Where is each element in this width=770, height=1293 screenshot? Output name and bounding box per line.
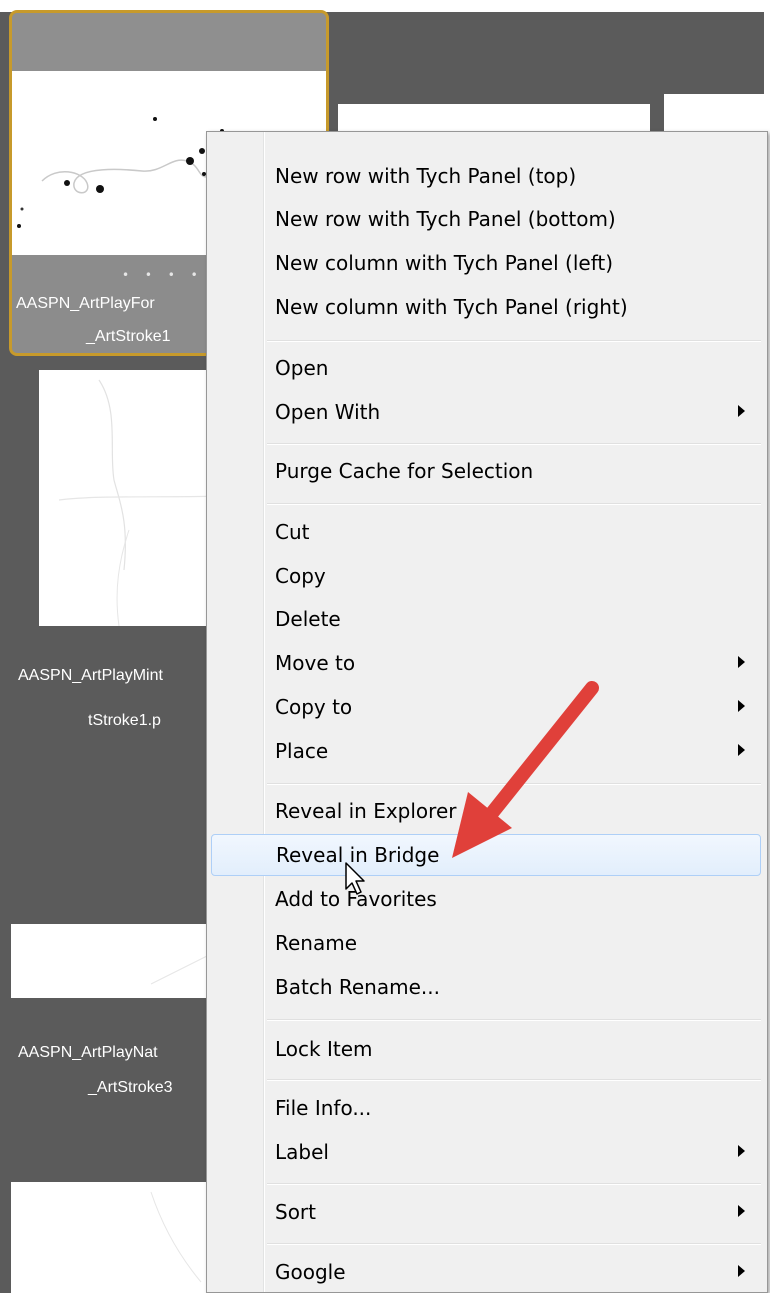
thumbnail-caption: tStroke1.p	[88, 712, 161, 729]
menu-item-new-row-top[interactable]: New row with Tych Panel (top)	[207, 156, 767, 196]
menu-item-label: Copy to	[275, 695, 353, 719]
menu-item-place[interactable]: Place	[207, 731, 767, 771]
thumbnail-header	[12, 13, 326, 71]
submenu-arrow-icon	[738, 1145, 745, 1157]
menu-item-new-column-right[interactable]: New column with Tych Panel (right)	[207, 287, 767, 327]
thumbnail-caption: _ArtStroke1	[86, 328, 171, 345]
menu-item-label: Delete	[275, 607, 341, 631]
menu-item-delete[interactable]: Delete	[207, 599, 767, 639]
menu-item-file-info[interactable]: File Info...	[207, 1088, 767, 1128]
menu-item-label: Open With	[275, 400, 381, 424]
menu-item-reveal-in-bridge[interactable]: Reveal in Bridge	[211, 834, 761, 876]
menu-item-reveal-in-explorer[interactable]: Reveal in Explorer	[207, 791, 767, 831]
menu-item-move-to[interactable]: Move to	[207, 643, 767, 683]
menu-separator	[267, 503, 761, 505]
menu-item-purge-cache[interactable]: Purge Cache for Selection	[207, 451, 767, 491]
submenu-arrow-icon	[738, 1265, 745, 1277]
submenu-arrow-icon	[738, 656, 745, 668]
menu-item-label: Place	[275, 739, 329, 763]
menu-item-label: Label	[275, 1140, 329, 1164]
menu-item-new-row-bottom[interactable]: New row with Tych Panel (bottom)	[207, 199, 767, 239]
menu-item-cut[interactable]: Cut	[207, 512, 767, 552]
menu-item-open[interactable]: Open	[207, 348, 767, 388]
menu-item-batch-rename[interactable]: Batch Rename...	[207, 967, 767, 1007]
menu-item-copy-to[interactable]: Copy to	[207, 687, 767, 727]
menu-item-label: Copy	[275, 564, 326, 588]
menu-item-lock-item[interactable]: Lock Item	[207, 1029, 767, 1069]
menu-separator	[267, 783, 761, 785]
menu-item-label: Open	[275, 356, 329, 380]
menu-separator	[267, 1243, 761, 1245]
menu-item-label: Reveal in Explorer	[275, 799, 457, 823]
menu-separator	[267, 1019, 761, 1021]
menu-item-label-submenu[interactable]: Label	[207, 1132, 767, 1172]
thumbnail-caption: _ArtStroke3	[88, 1079, 173, 1096]
menu-item-label: Cut	[275, 520, 310, 544]
submenu-arrow-icon	[738, 405, 745, 417]
menu-item-label: Purge Cache for Selection	[275, 459, 534, 483]
menu-separator	[267, 1183, 761, 1185]
menu-item-label: Move to	[275, 651, 356, 675]
thumbnail-caption: AASPN_ArtPlayMint	[18, 667, 163, 684]
submenu-arrow-icon	[738, 744, 745, 756]
menu-separator	[267, 443, 761, 445]
menu-item-sort[interactable]: Sort	[207, 1192, 767, 1232]
context-menu: New row with Tych Panel (top) New row wi…	[206, 131, 768, 1293]
menu-item-copy[interactable]: Copy	[207, 556, 767, 596]
menu-item-label: File Info...	[275, 1096, 372, 1120]
menu-item-label: New row with Tych Panel (top)	[275, 164, 577, 188]
thumbnail-caption: AASPN_ArtPlayNat	[18, 1044, 158, 1061]
menu-item-add-to-favorites[interactable]: Add to Favorites	[207, 879, 767, 919]
thumbnail-caption: AASPN_ArtPlayFor	[16, 295, 155, 312]
menu-item-label: New row with Tych Panel (bottom)	[275, 207, 616, 231]
submenu-arrow-icon	[738, 1205, 745, 1217]
menu-item-new-column-left[interactable]: New column with Tych Panel (left)	[207, 243, 767, 283]
menu-separator	[267, 1079, 761, 1081]
menu-item-rename[interactable]: Rename	[207, 923, 767, 963]
content-panel: • • • • • AASPN_ArtPlayFor _ArtStroke1 A…	[0, 0, 770, 1293]
menu-item-label: Rename	[275, 931, 358, 955]
menu-item-label: Batch Rename...	[275, 975, 440, 999]
menu-item-label: New column with Tych Panel (left)	[275, 251, 614, 275]
menu-separator	[267, 340, 761, 342]
submenu-arrow-icon	[738, 700, 745, 712]
menu-item-label: New column with Tych Panel (right)	[275, 295, 628, 319]
pointer-cursor-icon	[345, 862, 365, 895]
menu-item-label: Lock Item	[275, 1037, 373, 1061]
menu-item-label: Google	[275, 1260, 346, 1284]
menu-item-google[interactable]: Google	[207, 1252, 767, 1292]
menu-item-label: Sort	[275, 1200, 316, 1224]
menu-item-open-with[interactable]: Open With	[207, 392, 767, 432]
